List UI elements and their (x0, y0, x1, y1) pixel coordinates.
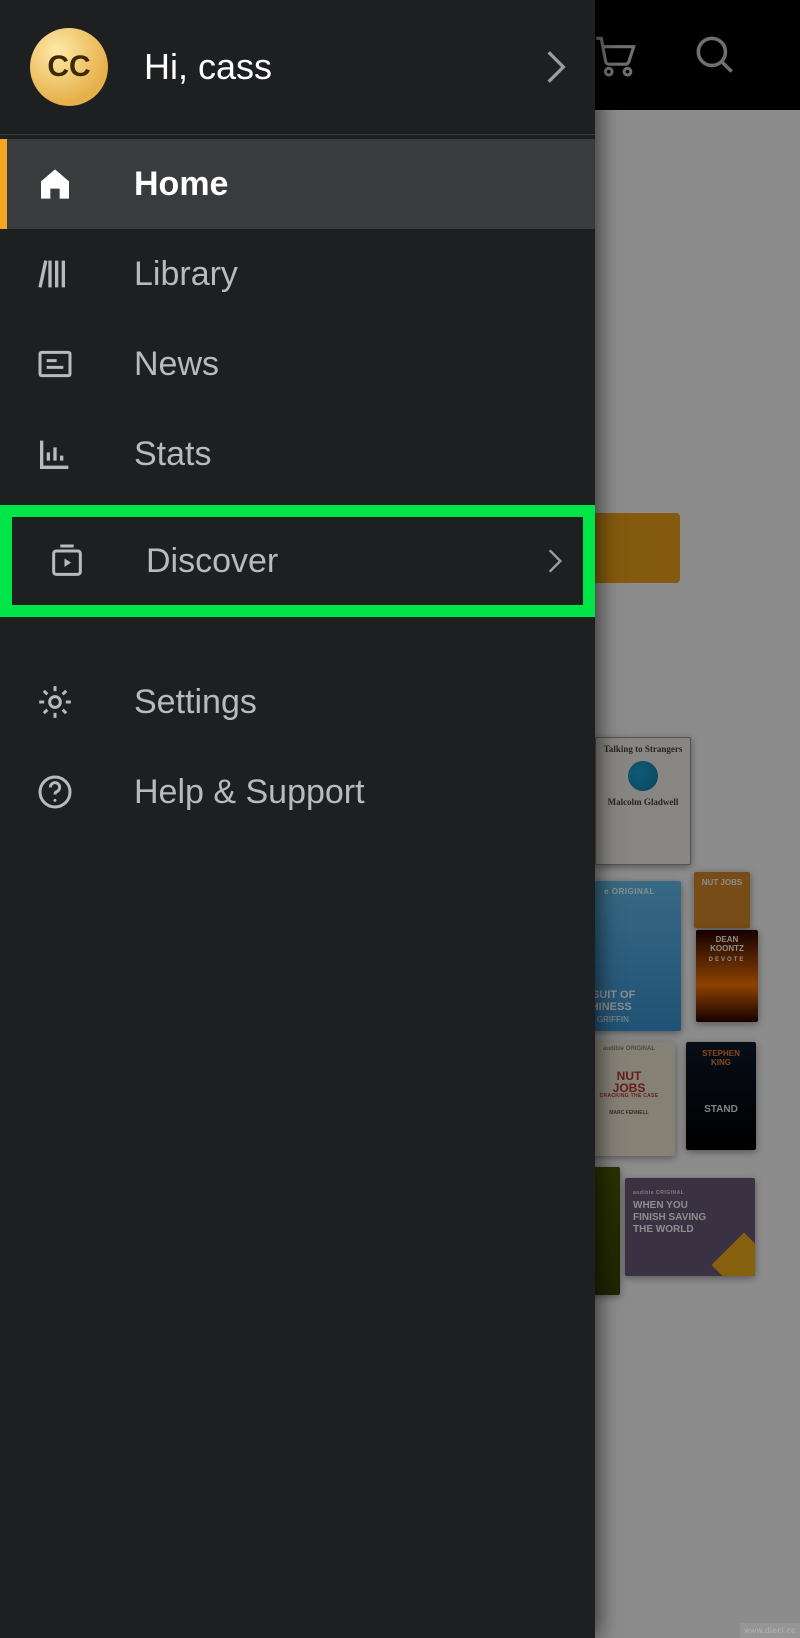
avatar: CC (30, 28, 108, 106)
discover-icon (46, 541, 88, 581)
chevron-right-icon (547, 547, 563, 575)
menu-label: Help & Support (134, 773, 365, 812)
greeting-text: Hi, cass (144, 46, 545, 88)
highlight-box: Discover (0, 505, 595, 617)
avatar-initials: CC (47, 50, 90, 84)
watermark: www.dieci.cc (740, 1623, 800, 1638)
help-icon (34, 772, 76, 812)
menu-item-home[interactable]: Home (0, 139, 595, 229)
backdrop-overlay[interactable] (595, 0, 800, 1638)
profile-row[interactable]: CC Hi, cass (0, 0, 595, 135)
nav-drawer: CC Hi, cass Home Library (0, 0, 595, 1638)
menu-label: News (134, 345, 219, 384)
menu-label: Stats (134, 435, 211, 474)
home-icon (34, 164, 76, 204)
menu-label: Settings (134, 683, 257, 722)
chevron-right-icon (545, 48, 567, 86)
news-icon (34, 344, 76, 384)
gear-icon (34, 682, 76, 722)
menu-label: Discover (146, 542, 278, 581)
menu-label: Library (134, 255, 238, 294)
menu-label: Home (134, 165, 228, 204)
menu-item-discover[interactable]: Discover (12, 517, 583, 605)
menu-item-settings[interactable]: Settings (0, 657, 595, 747)
library-icon (34, 254, 76, 294)
menu-list: Home Library News Stats (0, 135, 595, 837)
menu-item-library[interactable]: Library (0, 229, 595, 319)
stats-icon (34, 434, 76, 474)
menu-item-news[interactable]: News (0, 319, 595, 409)
menu-item-stats[interactable]: Stats (0, 409, 595, 499)
menu-item-help[interactable]: Help & Support (0, 747, 595, 837)
